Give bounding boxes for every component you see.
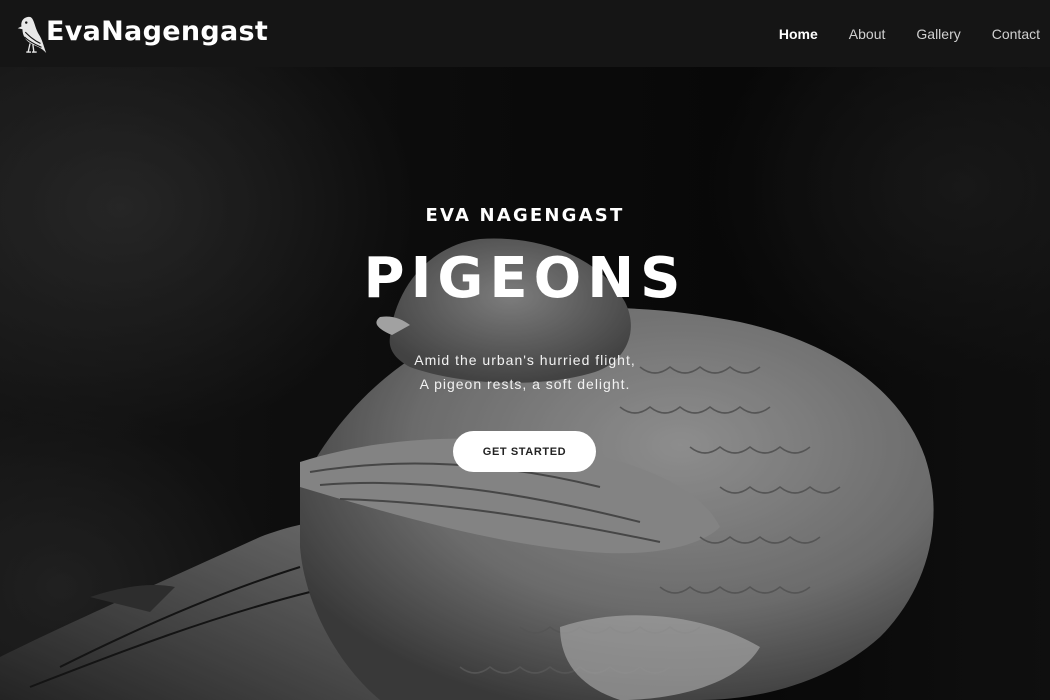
nav-item: Gallery	[885, 26, 960, 42]
hero-kicker: EVA NAGENGAST	[425, 205, 625, 226]
brand-name: EvaNagengast	[46, 16, 269, 47]
hero-text-line: A pigeon rests, a soft delight.	[419, 376, 631, 392]
nav-menu: Home About Gallery Contact	[748, 26, 1040, 42]
nav-link-gallery[interactable]: Gallery	[885, 26, 960, 42]
nav-link-home[interactable]: Home	[748, 26, 818, 42]
nav-link-about[interactable]: About	[818, 26, 886, 42]
nav-item: Contact	[961, 26, 1040, 42]
nav-item: About	[818, 26, 886, 42]
get-started-button[interactable]: GET STARTED	[453, 431, 596, 472]
hero-title: PIGEONS	[363, 246, 687, 311]
hero-content: EVA NAGENGAST PIGEONS Amid the urban's h…	[0, 67, 1050, 700]
page: EvaNagengast Home About Gallery Contact	[0, 0, 1050, 700]
nav-item: Home	[748, 26, 818, 42]
hero-text-line: Amid the urban's hurried flight,	[414, 352, 636, 368]
navbar: EvaNagengast Home About Gallery Contact	[0, 0, 1050, 67]
hero-section: EVA NAGENGAST PIGEONS Amid the urban's h…	[0, 67, 1050, 700]
pigeon-logo-icon	[17, 16, 47, 53]
nav-link-contact[interactable]: Contact	[961, 26, 1040, 42]
hero-text: Amid the urban's hurried flight, A pigeo…	[0, 348, 1050, 396]
brand-link[interactable]: EvaNagengast	[12, 9, 268, 59]
